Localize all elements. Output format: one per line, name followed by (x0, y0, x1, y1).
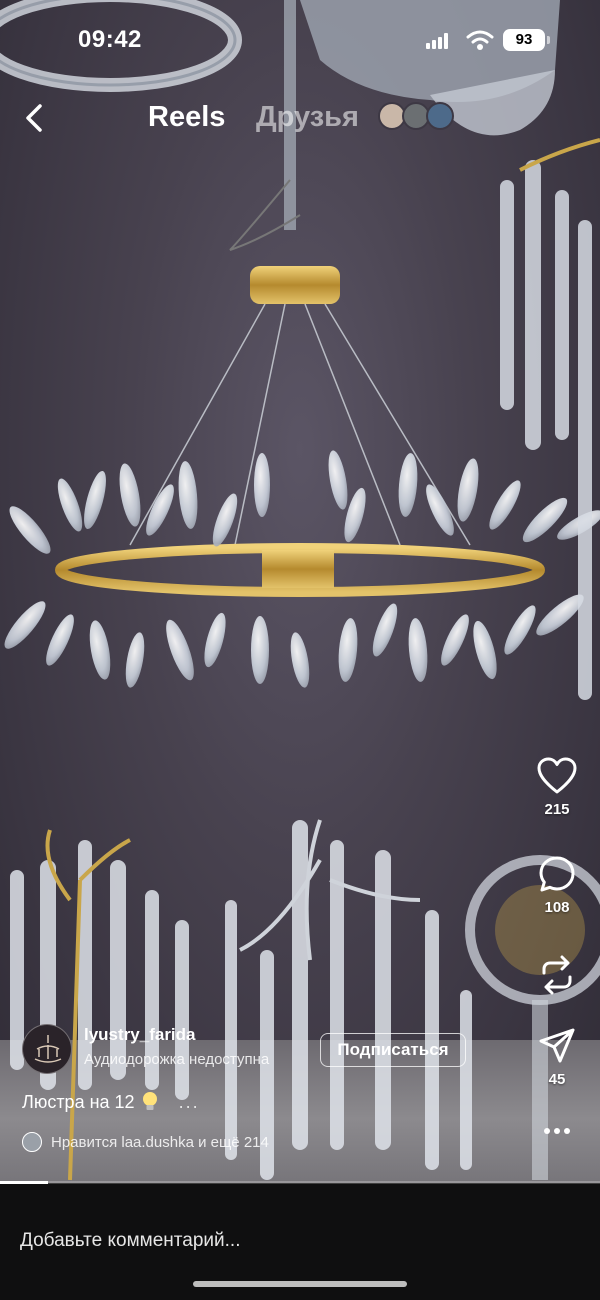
follow-button[interactable]: Подписаться (320, 1033, 466, 1067)
chandelier-logo-icon (34, 1035, 62, 1063)
like-count: 215 (544, 801, 570, 818)
repost-icon (542, 955, 572, 995)
caption[interactable]: Люстра на 12 ... (22, 1091, 200, 1113)
audio-track[interactable]: Аудиодорожка недоступна (84, 1051, 269, 1068)
caption-more[interactable]: ... (179, 1092, 200, 1113)
cellular-signal-icon (426, 33, 448, 49)
reel-video[interactable] (0, 0, 600, 1183)
status-time: 09:42 (78, 26, 142, 53)
send-icon (539, 1028, 575, 1063)
more-options-button[interactable] (527, 1126, 587, 1136)
author-avatar[interactable] (22, 1024, 72, 1074)
liked-by-text: Нравится laa.dushka и ещё 214 (51, 1133, 269, 1151)
comment-bubble-icon (539, 856, 575, 892)
friends-avatars[interactable] (378, 102, 454, 132)
wifi-icon (466, 30, 494, 50)
share-count: 45 (548, 1071, 566, 1088)
comment-button[interactable]: 108 (527, 855, 587, 916)
heart-icon (537, 757, 577, 794)
lightbulb-icon (142, 1092, 157, 1110)
author-username[interactable]: lyustry_farida (84, 1025, 196, 1045)
remix-button[interactable] (527, 955, 587, 995)
battery-tip (547, 36, 550, 44)
liked-by-row[interactable]: Нравится laa.dushka и ещё 214 (22, 1131, 269, 1153)
friend-avatar (426, 102, 454, 130)
comment-count: 108 (544, 899, 570, 916)
tab-reels[interactable]: Reels (148, 101, 225, 134)
back-button[interactable] (18, 100, 50, 136)
liker-avatar (22, 1132, 42, 1152)
home-indicator[interactable] (193, 1281, 407, 1287)
like-button[interactable]: 215 (527, 757, 587, 818)
comment-input[interactable]: Добавьте комментарий... (20, 1230, 240, 1252)
tab-friends[interactable]: Друзья (256, 101, 359, 134)
chevron-left-icon (26, 104, 42, 132)
battery-indicator: 93 (503, 29, 545, 51)
caption-text: Люстра на 12 (22, 1091, 135, 1112)
share-button[interactable]: 45 (527, 1027, 587, 1088)
chandelier-scene (0, 0, 600, 1181)
more-dots-icon (544, 1128, 570, 1134)
